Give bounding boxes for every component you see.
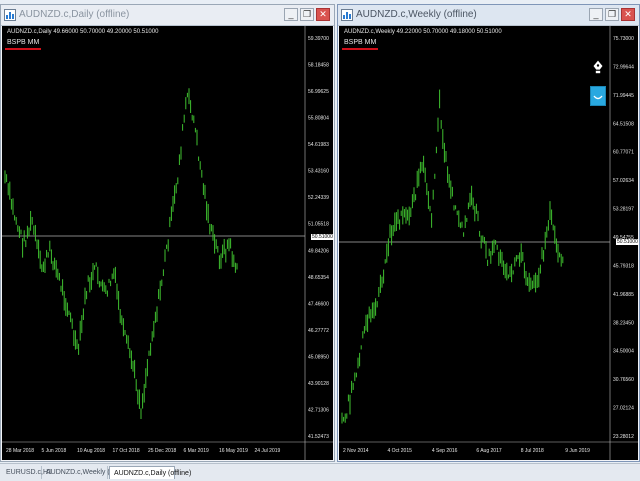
y-tick-label: 54.61983 [308, 142, 329, 148]
x-tick-label: 25 Dec 2018 [148, 448, 177, 454]
x-tick-label: 5 Jun 2018 [41, 448, 66, 454]
current-price-tag: 50.51000 [311, 234, 334, 240]
chart-window-daily[interactable]: AUDNZD.c,Daily (offline) _ ❐ ✕ 59.39700 5… [0, 4, 335, 462]
y-tick-label: 43.90128 [308, 381, 329, 387]
candlestick-chart-svg[interactable]: 59.39700 58.18458 56.99625 55.80804 54.61983… [2, 26, 333, 460]
x-tick-label: 24 Jul 2019 [254, 448, 280, 454]
y-tick-label: 71.99445 [613, 93, 634, 99]
y-tick-label: 27.02124 [613, 406, 634, 412]
chart-tab-bar: EURUSD.c,H1 AUDNZD.c,Weekly (offline) AU… [0, 463, 640, 481]
y-tick-label: 42.71306 [308, 407, 329, 413]
y-tick-label: 53.28197 [613, 207, 634, 213]
y-tick-label: 72.99644 [613, 64, 634, 70]
tab-eurusd-h1[interactable]: EURUSD.c,H1 [2, 466, 52, 479]
tab-audnzd-weekly[interactable]: AUDNZD.c,Weekly (offline) [42, 466, 131, 479]
close-button[interactable]: ✕ [316, 8, 330, 21]
smile-icon [593, 95, 603, 100]
restore-button[interactable]: ❐ [300, 8, 314, 21]
y-tick-label: 38.23450 [613, 320, 634, 326]
y-tick-label: 53.43160 [308, 169, 329, 175]
x-tick-label: 4 Sep 2016 [432, 448, 458, 454]
x-tick-label: 6 Aug 2017 [476, 448, 502, 454]
x-tick-label: 2 Nov 2014 [343, 448, 369, 454]
indicator-underline [342, 48, 378, 50]
y-tick-label: 59.39700 [308, 36, 329, 42]
window-title: AUDNZD.c,Weekly (offline) [356, 9, 477, 20]
price-chart[interactable]: 59.39700 58.18458 56.99625 55.80804 54.61983… [2, 26, 334, 460]
y-tick-label: 30.76560 [613, 377, 634, 383]
y-tick-label: 34.50004 [613, 349, 634, 355]
y-tick-label: 48.65354 [308, 275, 329, 281]
restore-button[interactable]: ❐ [605, 8, 619, 21]
x-tick-label: 10 Aug 2018 [77, 448, 105, 454]
x-tick-label: 28 Mar 2018 [6, 448, 34, 454]
window-title: AUDNZD.c,Daily (offline) [19, 9, 130, 20]
y-tick-label: 60.77071 [613, 150, 634, 156]
x-tick-label: 6 Mar 2019 [183, 448, 209, 454]
chart-window-icon [341, 9, 353, 21]
chart-window-weekly[interactable]: AUDNZD.c,Weekly (offline) _ ❐ ✕ 75.73000… [337, 4, 640, 462]
y-tick-label: 49.84206 [308, 248, 329, 254]
indicator-label: BSPB MM [344, 39, 377, 46]
symbol-legend: AUDNZD.c,Weekly 49.22000 50.70000 49.180… [344, 29, 502, 35]
indicator-label: BSPB MM [7, 39, 40, 46]
y-tick-label: 64.51508 [613, 121, 634, 127]
y-tick-label: 55.80804 [308, 116, 329, 122]
tab-audnzd-daily[interactable]: AUDNZD.c,Daily (offline) [109, 466, 191, 479]
y-tick-label: 47.46600 [308, 301, 329, 307]
x-tick-label: 9 Jun 2019 [565, 448, 590, 454]
y-tick-label: 52.24339 [308, 195, 329, 201]
y-tick-label: 75.73000 [613, 36, 634, 42]
titlebar[interactable]: AUDNZD.c,Weekly (offline) _ ❐ ✕ [338, 5, 639, 26]
x-tick-label: 17 Oct 2018 [112, 448, 139, 454]
y-tick-label: 46.27772 [308, 328, 329, 334]
y-tick-label: 51.05518 [308, 222, 329, 228]
y-tick-label: 57.02634 [613, 178, 634, 184]
symbol-legend: AUDNZD.c,Daily 49.66000 50.70000 49.2000… [7, 29, 159, 35]
smile-panel-button[interactable] [590, 86, 606, 106]
pen-tip-icon[interactable] [592, 59, 604, 75]
y-tick-label: 41.52473 [308, 434, 329, 440]
titlebar[interactable]: AUDNZD.c,Daily (offline) _ ❐ ✕ [1, 5, 334, 26]
x-tick-label: 4 Oct 2015 [387, 448, 412, 454]
close-button[interactable]: ✕ [621, 8, 635, 21]
y-tick-label: 45.79318 [613, 263, 634, 269]
x-tick-label: 8 Jul 2018 [521, 448, 544, 454]
minimize-button[interactable]: _ [589, 8, 603, 21]
y-tick-label: 23.28012 [613, 434, 634, 440]
current-price-tag: 50.51000 [616, 239, 639, 245]
indicator-underline [5, 48, 41, 50]
y-tick-label: 45.08950 [308, 354, 329, 360]
price-chart[interactable]: 75.73000 72.99644 71.99445 64.51508 60.77071… [339, 26, 639, 460]
y-tick-label: 56.99625 [308, 89, 329, 95]
x-tick-label: 16 May 2019 [219, 448, 248, 454]
y-tick-label: 58.18458 [308, 63, 329, 69]
chart-window-icon [4, 9, 16, 21]
y-tick-label: 41.96885 [613, 292, 634, 298]
minimize-button[interactable]: _ [284, 8, 298, 21]
